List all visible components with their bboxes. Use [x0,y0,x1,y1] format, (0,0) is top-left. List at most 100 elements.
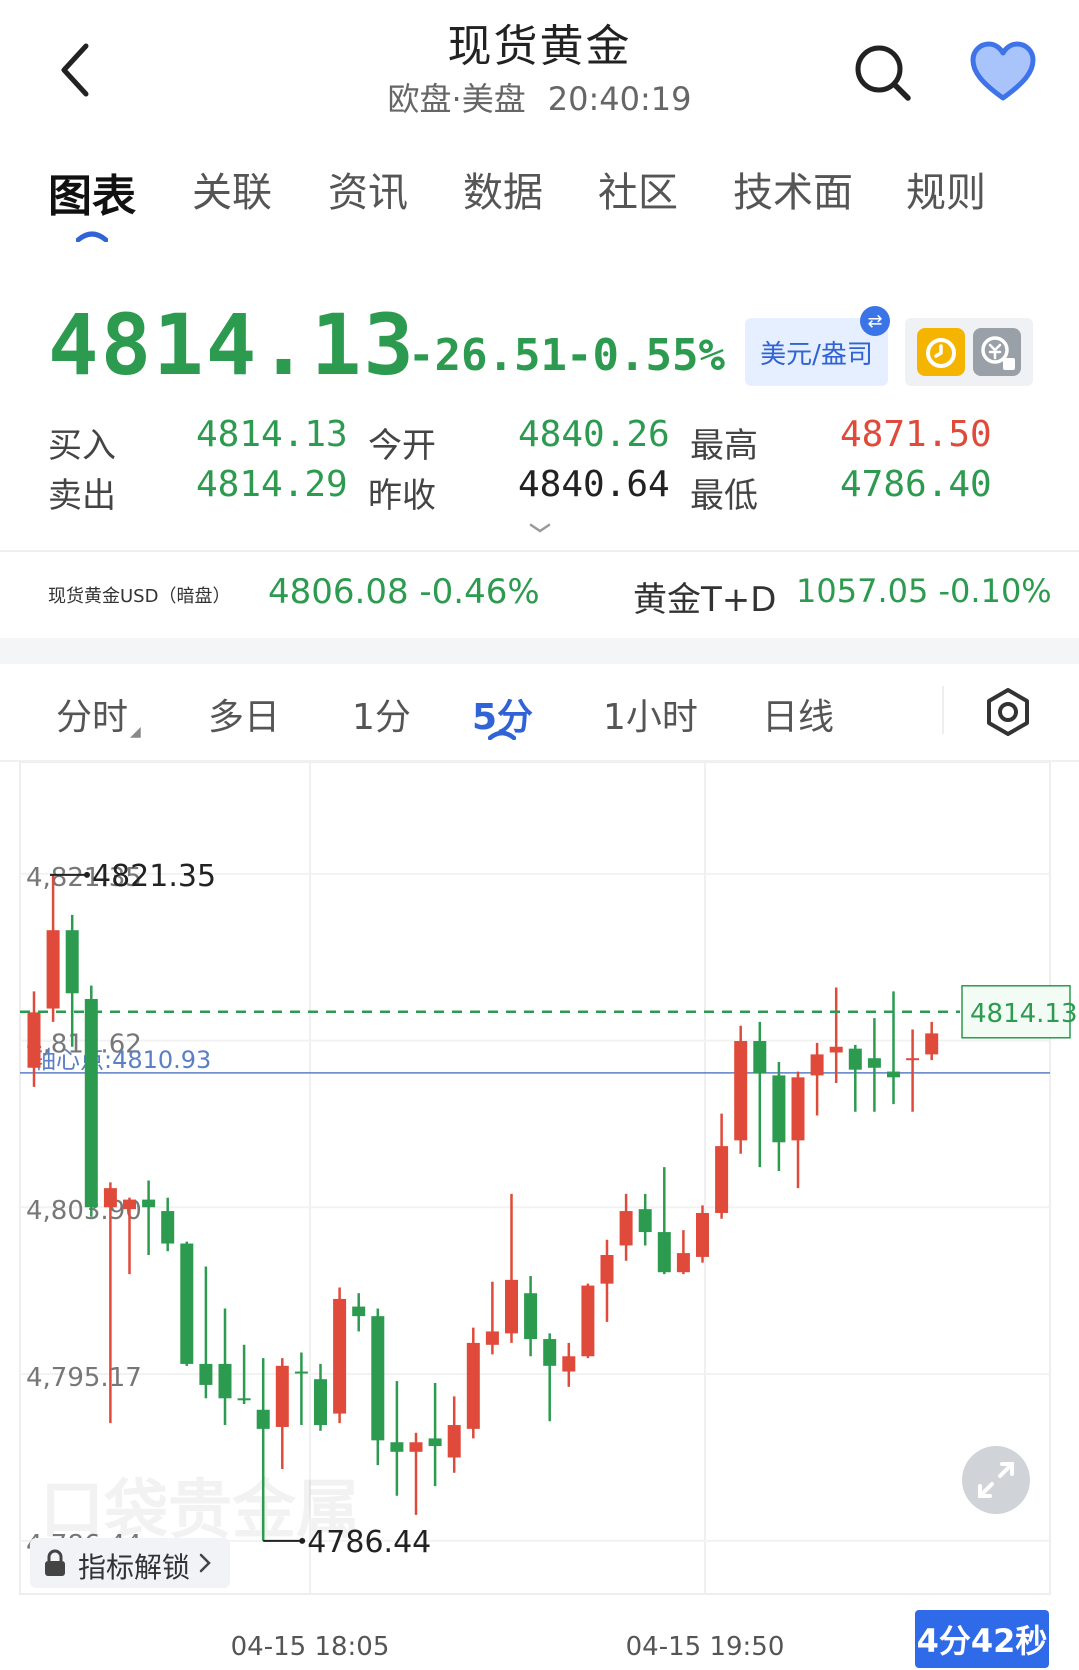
tab-related[interactable]: 关联 [192,160,272,218]
period-selector: 分时 ◢ 多日 1分 5分 1小时 日线 [0,664,1079,762]
candle-body [447,1425,461,1458]
period-daily[interactable]: 日线 [762,688,834,740]
swap-icon: ⇄ [860,306,890,336]
tab-community[interactable]: 社区 [598,160,678,218]
candle-body [829,1046,843,1053]
caret-down-icon: ◢ [130,724,141,740]
candle-body [333,1298,347,1414]
expand-chevron-icon[interactable] [528,522,552,534]
candle-body [275,1365,289,1427]
candle-body [562,1356,576,1372]
period-multiday[interactable]: 多日 [208,688,280,740]
candle-body [466,1342,480,1429]
min-label: 4786.44 [307,1525,431,1560]
max-label: 4821.35 [92,859,216,894]
ask-label: 卖出 [48,476,116,516]
candle-body [638,1209,652,1233]
last-price-label: 4814.13 [970,999,1078,1029]
related-item-name[interactable]: 黄金T+D [633,572,776,621]
period-1hour[interactable]: 1小时 [603,688,698,740]
chevron-right-icon [199,1553,211,1573]
candle-body [314,1379,327,1426]
low-value: 4786.40 [840,464,992,505]
divider [942,686,944,734]
candle-body [142,1199,156,1208]
lock-icon [45,1549,65,1576]
candle-body [256,1409,270,1429]
min-marker-dot [299,1537,306,1544]
candle-body [46,930,60,1009]
related-item-value[interactable]: 4806.08 -0.46% [268,572,540,612]
candle-body [810,1054,824,1076]
candle-body [485,1331,499,1345]
candle-body [753,1041,767,1074]
candle-body [925,1033,939,1055]
settings-hexagon-icon [987,688,1029,736]
period-intraday[interactable]: 分时 ◢ [56,688,141,740]
candle-body [123,1199,136,1210]
period-label: 分时 [56,697,129,738]
high-label: 最高 [690,426,758,466]
candle-body [65,930,79,994]
chart-svg[interactable]: 4,821.354,812.624,803.904,795.174,786.44… [0,762,1079,1670]
unlock-indicators-button[interactable]: 指标解锁 [30,1538,230,1588]
fullscreen-button[interactable] [962,1446,1030,1514]
candle-body [27,1012,41,1068]
x-tick-label: 04-15 18:05 [231,1632,390,1662]
tab-data[interactable]: 数据 [463,160,543,218]
current-price: 4814.13 [48,296,417,394]
candle-body [543,1339,557,1366]
related-quotes-bar: 现货黄金USD（暗盘） 4806.08 -0.46% 黄金T+D 1057.05… [0,552,1079,638]
session-label: 欧盘·美盘 [387,80,526,118]
open-value: 4840.26 [518,414,670,455]
pivot-label: 轴心点:4810.93 [32,1046,211,1074]
price-alert-button[interactable] [917,328,965,376]
active-tab-indicator [76,231,108,242]
related-item-name[interactable]: 现货黄金USD（暗盘） [48,582,230,608]
favorite-button[interactable] [968,40,1038,104]
search-button[interactable] [848,38,918,108]
tab-technical[interactable]: 技术面 [733,160,853,218]
candle-body [428,1438,442,1447]
candlestick-chart[interactable]: 4,821.354,812.624,803.904,795.174,786.44… [0,762,1079,1670]
tab-rules[interactable]: 规则 [906,160,986,218]
max-marker-dot [84,871,90,878]
candle-body [848,1048,862,1070]
candle-body [199,1363,213,1385]
candle-body [409,1442,423,1452]
candle-body [619,1211,633,1246]
tab-chart[interactable]: 图表 [48,160,136,224]
prev-close-label: 昨收 [368,476,436,516]
candle-body [676,1253,690,1273]
candle-body [524,1293,538,1340]
candle-body [180,1243,194,1364]
candle-body [218,1363,232,1399]
candle-body [867,1058,881,1068]
bid-label: 买入 [48,426,116,466]
calculator-button[interactable] [973,328,1021,376]
x-tick-label: 04-15 19:50 [626,1632,785,1662]
open-label: 今开 [368,426,436,466]
chart-settings-button[interactable] [982,686,1034,738]
candle-body [734,1041,748,1141]
prev-close-value: 4840.64 [518,464,670,505]
active-period-indicator [488,730,516,740]
candle-body [390,1442,404,1452]
session-time: 20:40:19 [547,80,692,118]
tab-news[interactable]: 资讯 [328,160,408,218]
candle-body [581,1285,595,1357]
countdown-badge: 4分42秒 [915,1610,1049,1668]
candle-body [84,998,98,1208]
tools-group [905,318,1033,386]
ask-value: 4814.29 [196,464,348,505]
price-change-percent: -0.55% [566,330,725,381]
period-1min[interactable]: 1分 [352,688,411,740]
candle-body [887,1071,900,1078]
search-icon [855,45,911,101]
high-value: 4871.50 [840,414,992,455]
alert-clock-icon [926,338,956,368]
candle-body [294,1371,308,1374]
candle-body [696,1212,709,1257]
candle-body [161,1211,175,1244]
related-item-value[interactable]: 1057.05 -0.10% [796,572,1052,610]
